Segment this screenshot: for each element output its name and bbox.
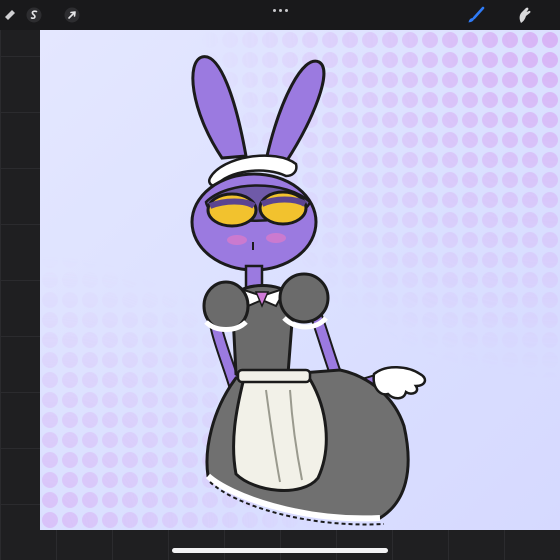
brush-icon[interactable]: [466, 5, 486, 25]
adjustments-s-icon[interactable]: [24, 5, 44, 25]
smudge-icon[interactable]: [514, 5, 534, 25]
wrench-icon[interactable]: [0, 5, 20, 25]
artwork: [40, 30, 560, 530]
home-indicator[interactable]: [172, 548, 388, 553]
more-dots-icon[interactable]: [268, 3, 292, 17]
top-toolbar: [0, 0, 560, 30]
selection-arrow-icon[interactable]: [62, 5, 82, 25]
drawing-canvas[interactable]: [40, 30, 560, 530]
